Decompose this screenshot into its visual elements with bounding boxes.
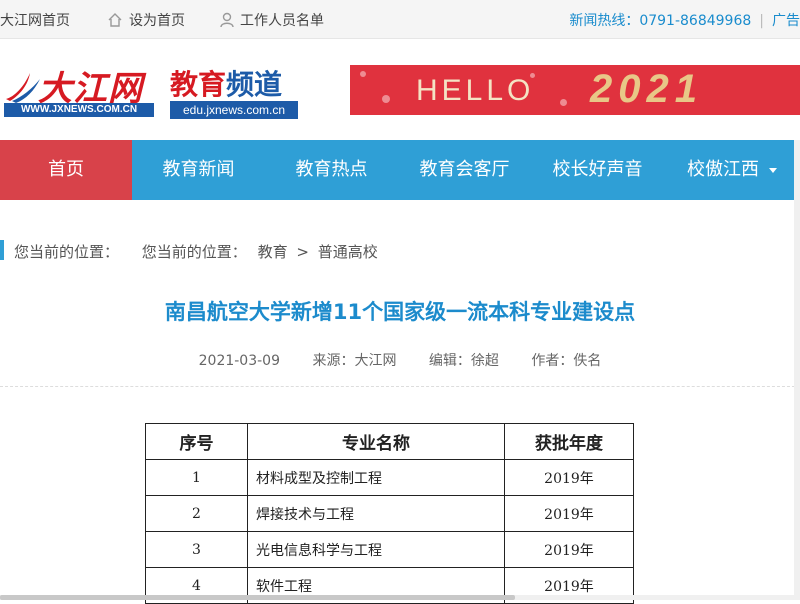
table-row: 3 光电信息科学与工程 2019年 — [145, 531, 634, 568]
channel-name-blue: 频道 — [226, 68, 283, 101]
cell-year: 2019年 — [504, 495, 634, 532]
top-bar: 大江网首页 设为首页 工作人员名单 新闻热线：0791-86849968 | 广告 — [0, 0, 800, 39]
main-nav: 首页 教育新闻 教育热点 教育会客厅 校长好声音 校傲江西 — [0, 140, 800, 200]
home-link[interactable]: 大江网首页 — [0, 10, 70, 30]
article-date: 2021-03-09 — [198, 353, 280, 369]
set-home-label[interactable]: 设为首页 — [129, 10, 185, 30]
breadcrumb-label: 您当前的位置： — [14, 243, 120, 261]
channel-name-red: 教育 — [170, 68, 227, 101]
horizontal-scroll-thumb[interactable] — [0, 595, 515, 600]
staff-list-link[interactable]: 工作人员名单 — [220, 10, 324, 30]
channel-url: edu.jxnews.com.cn — [170, 101, 298, 119]
article-author: 作者：佚名 — [531, 353, 602, 369]
nav-item-proud-jiangxi[interactable]: 校傲江西 — [664, 140, 800, 200]
cell-index: 2 — [145, 495, 248, 532]
article-editor: 编辑：徐超 — [428, 353, 499, 369]
breadcrumb-level2[interactable]: 普通高校 — [318, 243, 378, 261]
breadcrumb-marker — [0, 240, 4, 260]
nav-item-proud-jiangxi-label[interactable]: 校傲江西 — [687, 159, 759, 180]
edu-channel-logo[interactable]: 教育频道 edu.jxnews.com.cn — [170, 63, 305, 121]
hotline-label: 新闻热线： — [569, 13, 640, 29]
hotline: 新闻热线：0791-86849968 | 广告 — [569, 13, 800, 29]
article-meta: 2021-03-09 来源：大江网 编辑：徐超 作者：佚名 — [0, 350, 800, 370]
nav-item-edu-lounge[interactable]: 教育会客厅 — [398, 140, 531, 200]
nav-item-edu-news[interactable]: 教育新闻 — [132, 140, 265, 200]
staff-list-label[interactable]: 工作人员名单 — [240, 10, 324, 30]
chevron-down-icon[interactable] — [769, 167, 777, 173]
table-header-row: 序号 专业名称 获批年度 — [145, 423, 634, 460]
table-row: 2 焊接技术与工程 2019年 — [145, 495, 634, 532]
site-header: 大江网 WWW.JXNEWS.COM.CN 教育频道 edu.jxnews.co… — [0, 39, 800, 139]
cell-major: 材料成型及控制工程 — [247, 459, 505, 496]
article-source: 来源：大江网 — [312, 353, 397, 369]
table-row: 1 材料成型及控制工程 2019年 — [145, 459, 634, 496]
header-major: 专业名称 — [247, 423, 505, 460]
divider — [0, 386, 800, 387]
cell-major: 焊接技术与工程 — [247, 495, 505, 532]
nav-item-home[interactable]: 首页 — [0, 140, 132, 200]
home-icon — [108, 13, 122, 27]
home-link-label[interactable]: 大江网首页 — [0, 10, 70, 30]
nav-item-principal-voice[interactable]: 校长好声音 — [531, 140, 664, 200]
header-year: 获批年度 — [504, 423, 634, 460]
breadcrumb-separator: > — [296, 243, 309, 261]
ads-link[interactable]: 广告 — [772, 13, 800, 29]
hotline-number: 0791-86849968 — [639, 13, 752, 29]
vertical-scrollbar[interactable] — [794, 140, 800, 600]
logo-url: WWW.JXNEWS.COM.CN — [4, 103, 154, 117]
cell-year: 2019年 — [504, 459, 634, 496]
nav-item-edu-hot[interactable]: 教育热点 — [265, 140, 398, 200]
banner-year: 2021 — [590, 67, 703, 111]
cell-year: 2019年 — [504, 531, 634, 568]
breadcrumb-level1[interactable]: 教育 — [258, 243, 288, 261]
cell-index: 1 — [145, 459, 248, 496]
article-title: 南昌航空大学新增11个国家级一流本科专业建设点 — [164, 300, 636, 324]
cell-index: 3 — [145, 531, 248, 568]
majors-table: 序号 专业名称 获批年度 1 材料成型及控制工程 2019年 2 焊接技术与工程… — [145, 423, 634, 604]
header-index: 序号 — [145, 423, 248, 460]
user-icon — [220, 12, 234, 28]
cell-major: 光电信息科学与工程 — [247, 531, 505, 568]
breadcrumb-label-2: 您当前的位置： — [141, 243, 247, 261]
banner-hello: HELLO — [416, 74, 535, 107]
new-year-banner[interactable]: HELLO 2021 — [350, 65, 800, 115]
set-home-link[interactable]: 设为首页 — [107, 10, 185, 30]
jxnews-logo[interactable]: 大江网 WWW.JXNEWS.COM.CN — [4, 61, 154, 121]
horizontal-scrollbar[interactable] — [0, 595, 800, 600]
